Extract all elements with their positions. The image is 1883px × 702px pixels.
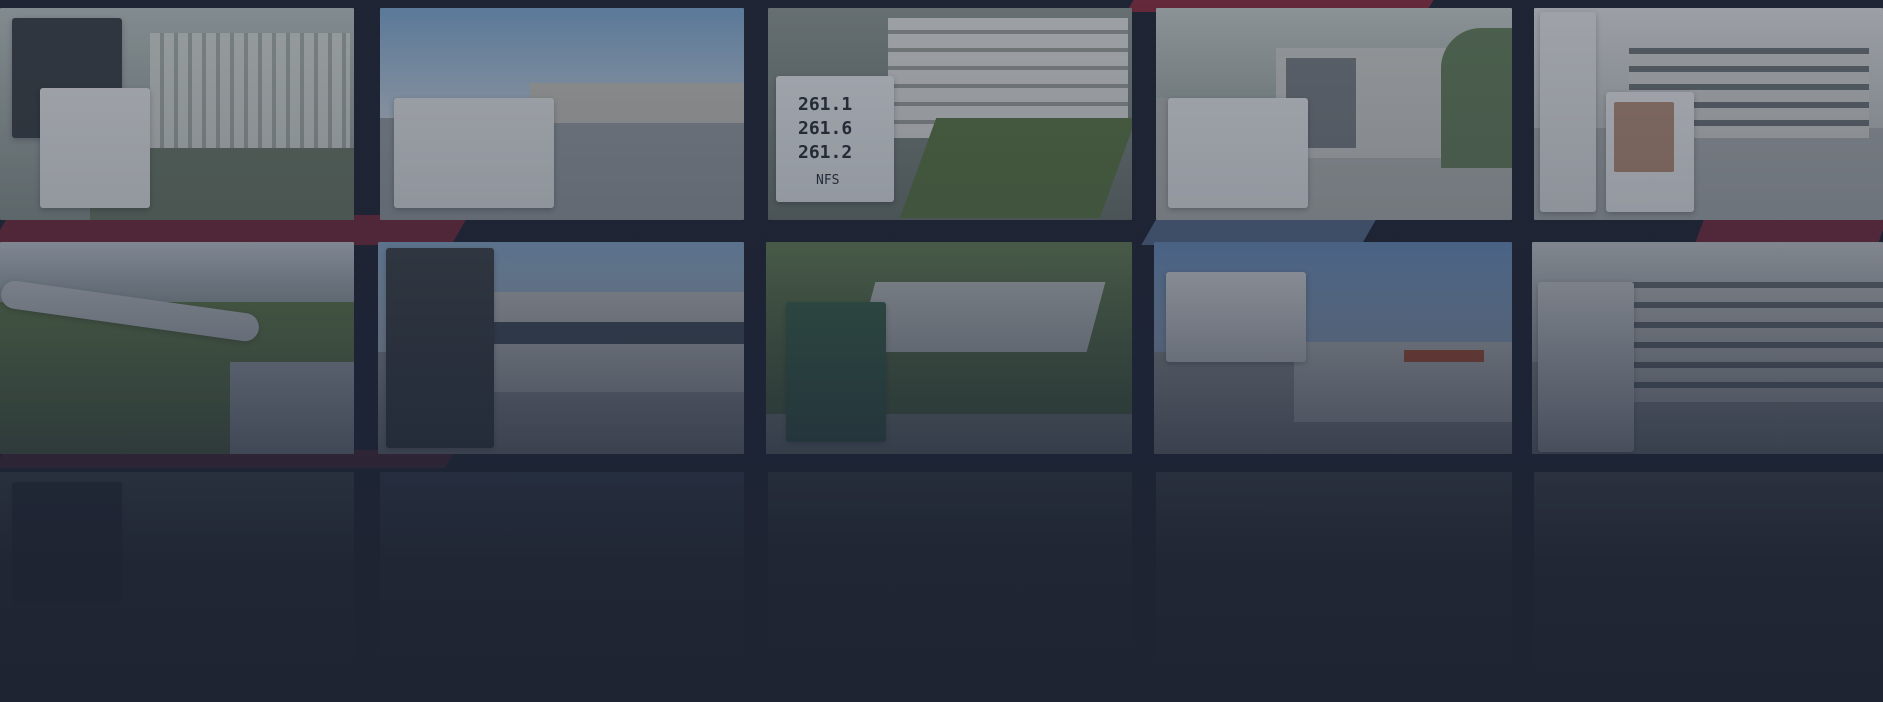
video-monitor [1606, 92, 1694, 212]
meter-reading-1: 261.1 [798, 94, 853, 115]
gallery-tile-circuit-breakers [1156, 8, 1512, 220]
gallery-tile-energy-meter-faded [768, 472, 1132, 684]
energy-meter-device: 261.1 261.6 261.2 NFS [776, 76, 894, 202]
switch-plate-dark [12, 482, 122, 602]
gallery-tile-rcd-modules [1154, 242, 1512, 454]
gallery-tile-switch-plate [0, 8, 354, 220]
meter-reading-3: 261.2 [798, 142, 853, 163]
gallery-tile-switchboard-faded [380, 472, 744, 684]
gallery-tile-smart-panel [1532, 242, 1883, 454]
gallery-tile-cable-gland [0, 242, 354, 454]
switch-plate-white [40, 88, 150, 208]
resin-transformer [786, 302, 886, 442]
gallery-tile-switch-plate-faded [0, 472, 354, 684]
gallery-tile-switchboard [380, 8, 744, 220]
power-cabinet [386, 248, 494, 448]
building-sign [1404, 350, 1484, 362]
gallery-tile-video-intercom-faded [1534, 472, 1883, 684]
gallery-tile-energy-meter: 261.1 261.6 261.2 NFS [768, 8, 1132, 220]
image-gallery-grid: 261.1 261.6 261.2 NFS [0, 0, 1883, 702]
gallery-tile-transformer [766, 242, 1132, 454]
intercom-panel [1540, 12, 1596, 212]
switchboard-cabinet [394, 98, 554, 208]
gallery-tile-circuit-breakers-faded [1156, 472, 1512, 684]
gallery-tile-video-intercom [1534, 8, 1883, 220]
gallery-tile-power-cabinet [378, 242, 744, 454]
breaker-modules [1168, 98, 1308, 208]
smart-panel [1538, 282, 1634, 452]
meter-reading-2: 261.6 [798, 118, 853, 139]
meter-label: NFS [816, 173, 840, 188]
page: { "gallery": { "tiles": [ {"name": "wall… [0, 0, 1883, 702]
rcd-modules [1166, 272, 1306, 362]
